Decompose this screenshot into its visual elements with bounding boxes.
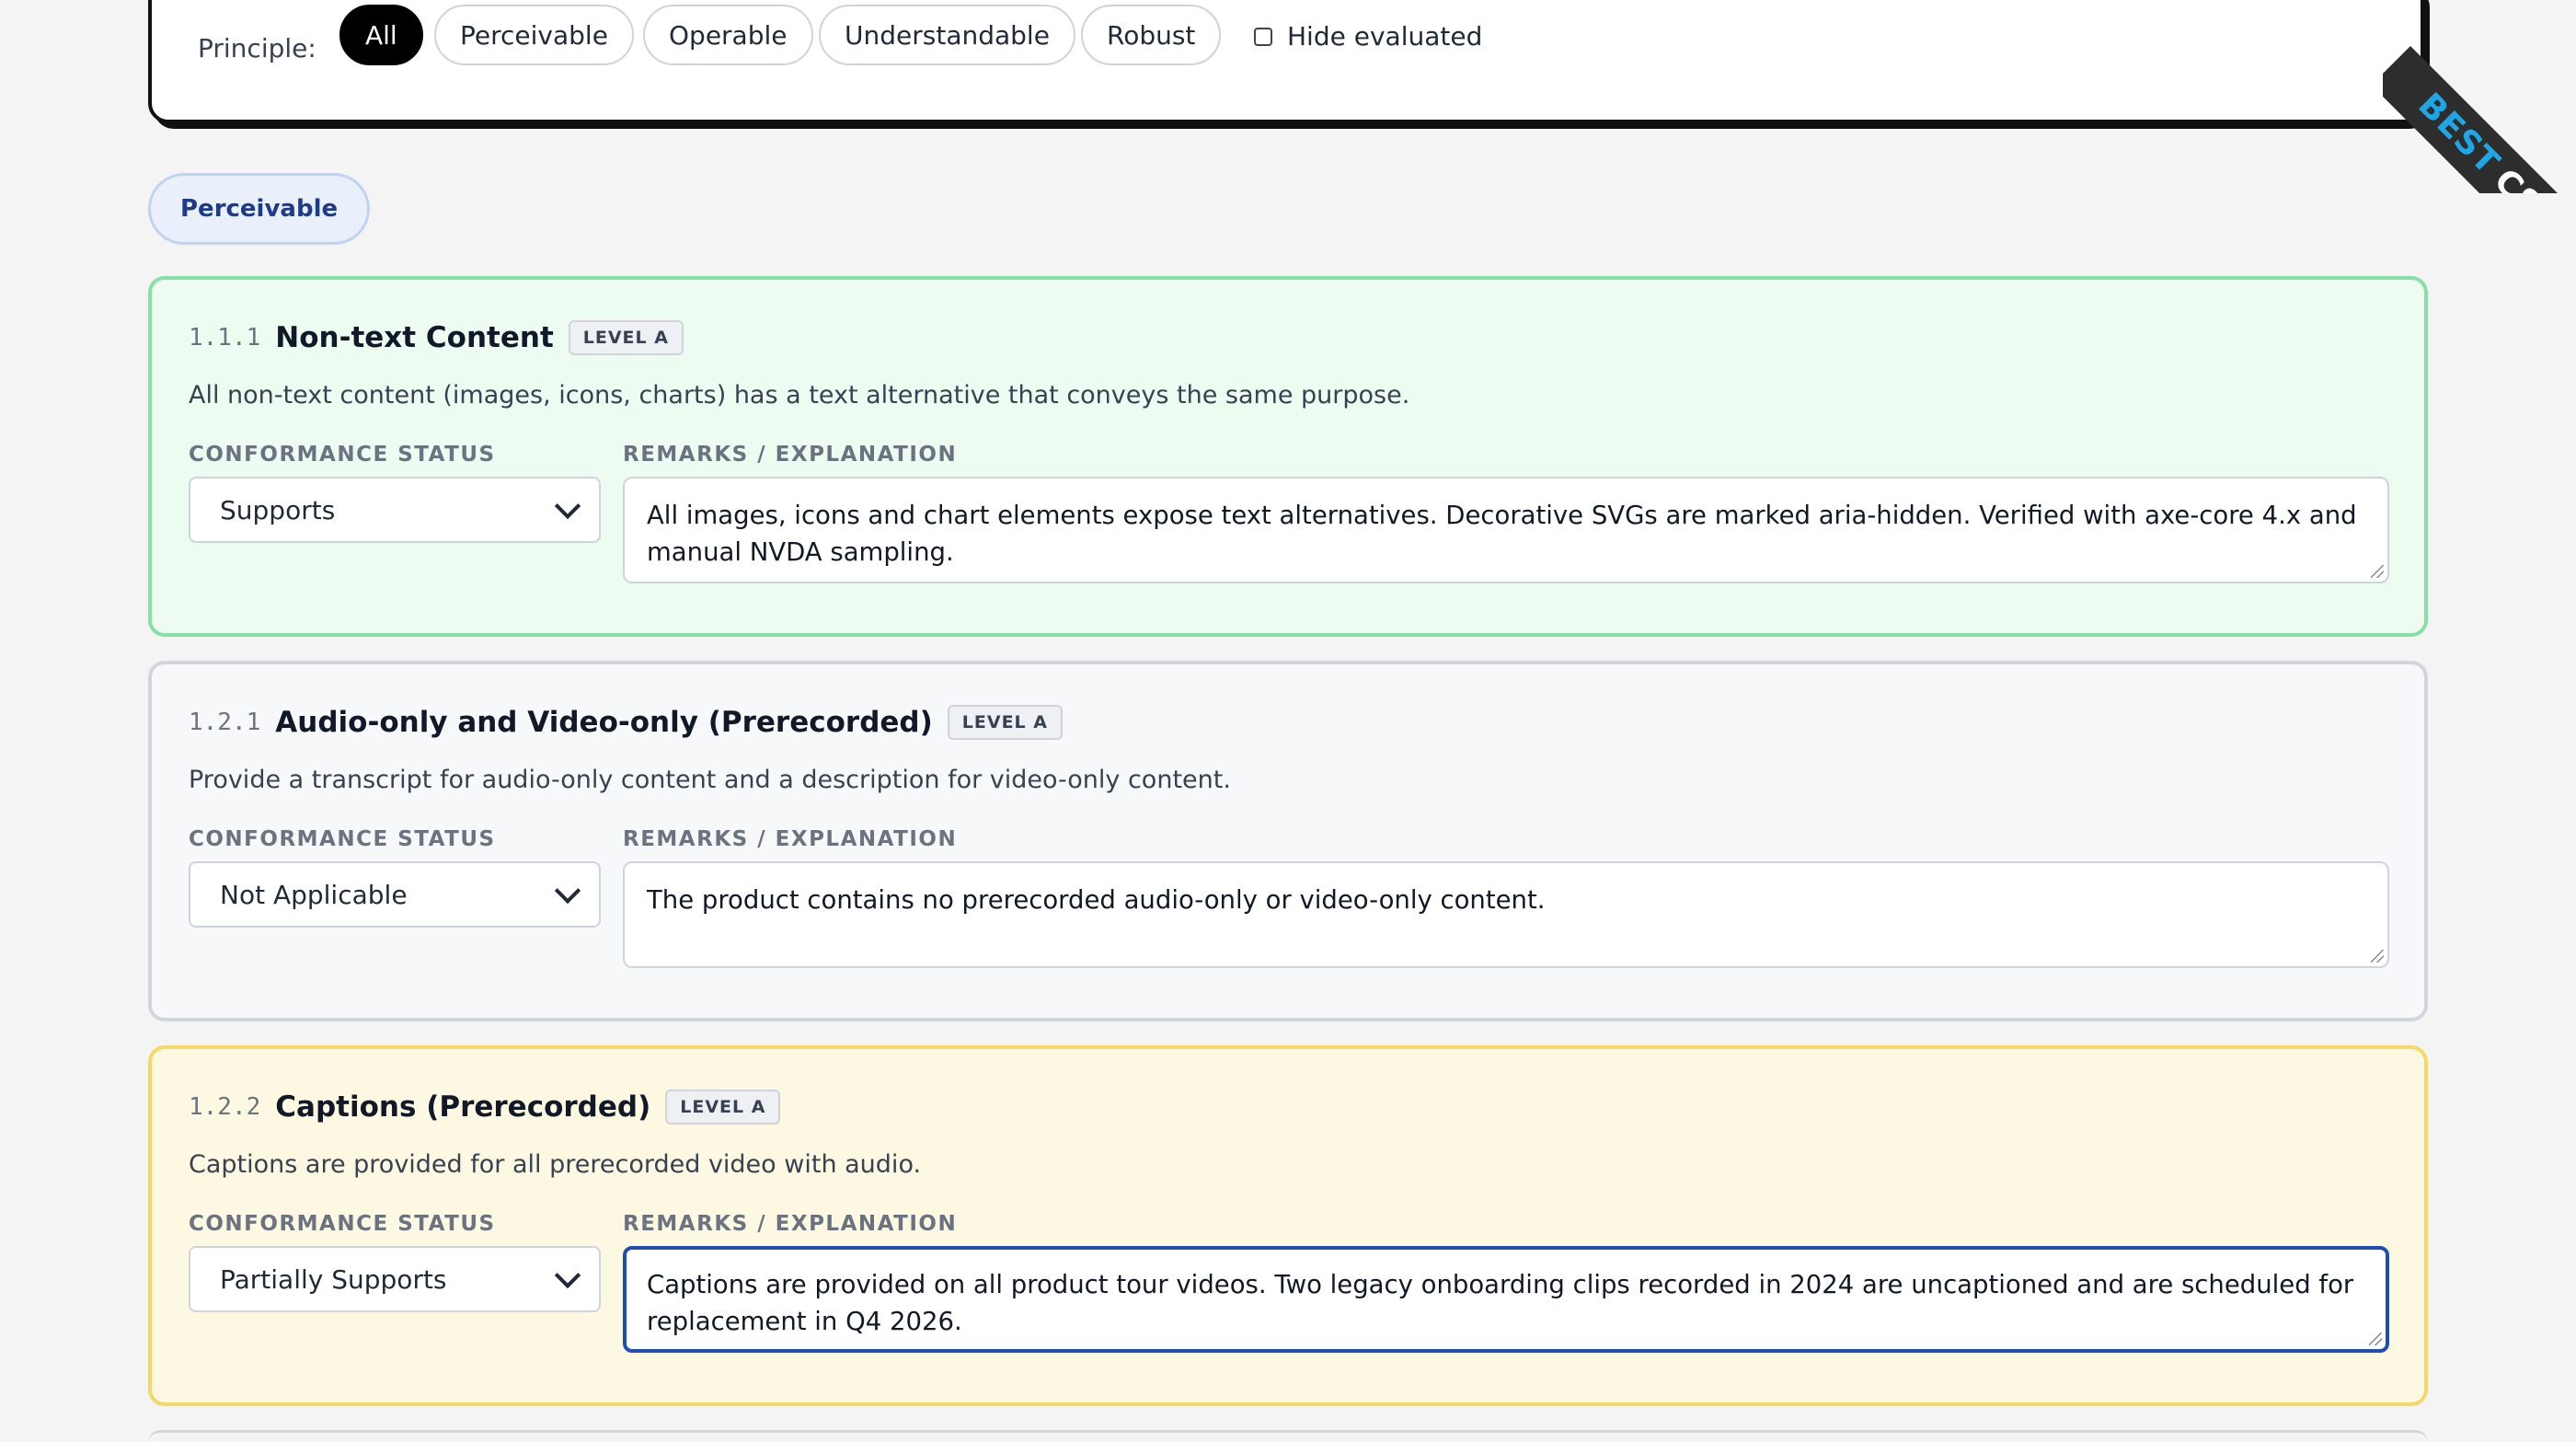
- resize-grip-icon[interactable]: [2371, 950, 2384, 963]
- criterion-card-1-1-1: 1.1.1 Non-text Content LEVEL A All non-t…: [148, 276, 2428, 637]
- remarks-textarea[interactable]: The product contains no prerecorded audi…: [623, 861, 2389, 968]
- status-value: Partially Supports: [220, 1263, 447, 1295]
- criterion-card-1-2-1: 1.2.1 Audio-only and Video-only (Prereco…: [148, 661, 2428, 1021]
- filter-pill-perceivable[interactable]: Perceivable: [434, 5, 634, 65]
- resize-grip-icon[interactable]: [2369, 1332, 2382, 1345]
- ribbon-banner[interactable]: BEST CSS: [2383, 46, 2576, 193]
- next-card-edge: [148, 1430, 2428, 1442]
- status-value: Not Applicable: [220, 879, 408, 910]
- conformance-status-select[interactable]: Supports: [189, 477, 601, 543]
- criterion-number: 1.2.1: [189, 709, 261, 736]
- criterion-description: Captions are provided for all prerecorde…: [189, 1150, 922, 1179]
- filter-pill-all[interactable]: All: [339, 5, 423, 65]
- remarks-text: Captions are provided on all product tou…: [647, 1270, 2354, 1336]
- level-badge: LEVEL A: [947, 705, 1063, 740]
- remarks-text: The product contains no prerecorded audi…: [647, 885, 1546, 915]
- conformance-status-label: CONFORMANCE STATUS: [189, 443, 496, 467]
- criterion-header: 1.2.1 Audio-only and Video-only (Prereco…: [189, 705, 1063, 740]
- status-value: Supports: [220, 494, 336, 525]
- criterion-description: All non-text content (images, icons, cha…: [189, 381, 1410, 410]
- chevron-down-icon: [554, 877, 581, 905]
- criterion-title: Captions (Prerecorded): [275, 1090, 651, 1124]
- conformance-status-label: CONFORMANCE STATUS: [189, 1212, 496, 1236]
- section-chip-perceivable: Perceivable: [148, 173, 371, 245]
- conformance-status-label: CONFORMANCE STATUS: [189, 827, 496, 851]
- criterion-card-1-2-2: 1.2.2 Captions (Prerecorded) LEVEL A Cap…: [148, 1045, 2428, 1406]
- corner-ribbon[interactable]: BEST CSS: [2383, 0, 2576, 193]
- conformance-status-select[interactable]: Partially Supports: [189, 1246, 601, 1312]
- chevron-down-icon: [554, 1262, 581, 1289]
- remarks-textarea[interactable]: Captions are provided on all product tou…: [623, 1246, 2389, 1353]
- criterion-header: 1.1.1 Non-text Content LEVEL A: [189, 320, 684, 355]
- resize-grip-icon[interactable]: [2371, 565, 2384, 578]
- filter-pill-understandable[interactable]: Understandable: [819, 5, 1075, 65]
- remarks-label: REMARKS / EXPLANATION: [623, 827, 958, 851]
- chevron-down-icon: [554, 492, 581, 520]
- ribbon-word-css: CSS: [2487, 162, 2566, 193]
- remarks-text: All images, icons and chart elements exp…: [647, 501, 2357, 567]
- conformance-status-select[interactable]: Not Applicable: [189, 861, 601, 928]
- filter-pill-operable[interactable]: Operable: [643, 5, 813, 65]
- criterion-title: Non-text Content: [275, 321, 554, 354]
- hide-evaluated-label: Hide evaluated: [1287, 21, 1483, 52]
- remarks-label: REMARKS / EXPLANATION: [623, 1212, 958, 1236]
- ribbon-word-best: BEST: [2410, 86, 2508, 182]
- level-badge: LEVEL A: [665, 1090, 781, 1125]
- criterion-header: 1.2.2 Captions (Prerecorded) LEVEL A: [189, 1090, 781, 1125]
- criterion-number: 1.2.2: [189, 1093, 261, 1121]
- hide-evaluated-checkbox[interactable]: [1254, 27, 1272, 46]
- principle-label: Principle:: [198, 33, 316, 63]
- criterion-number: 1.1.1: [189, 324, 261, 352]
- remarks-label: REMARKS / EXPLANATION: [623, 443, 958, 467]
- hide-evaluated-toggle[interactable]: Hide evaluated: [1254, 21, 1482, 52]
- criterion-title: Audio-only and Video-only (Prerecorded): [275, 706, 933, 739]
- level-badge: LEVEL A: [568, 320, 684, 355]
- criterion-description: Provide a transcript for audio-only cont…: [189, 766, 1231, 794]
- filter-pill-robust[interactable]: Robust: [1081, 5, 1222, 65]
- remarks-textarea[interactable]: All images, icons and chart elements exp…: [623, 477, 2389, 583]
- principle-filter-bar: Principle: All Perceivable Operable Unde…: [148, 0, 2424, 123]
